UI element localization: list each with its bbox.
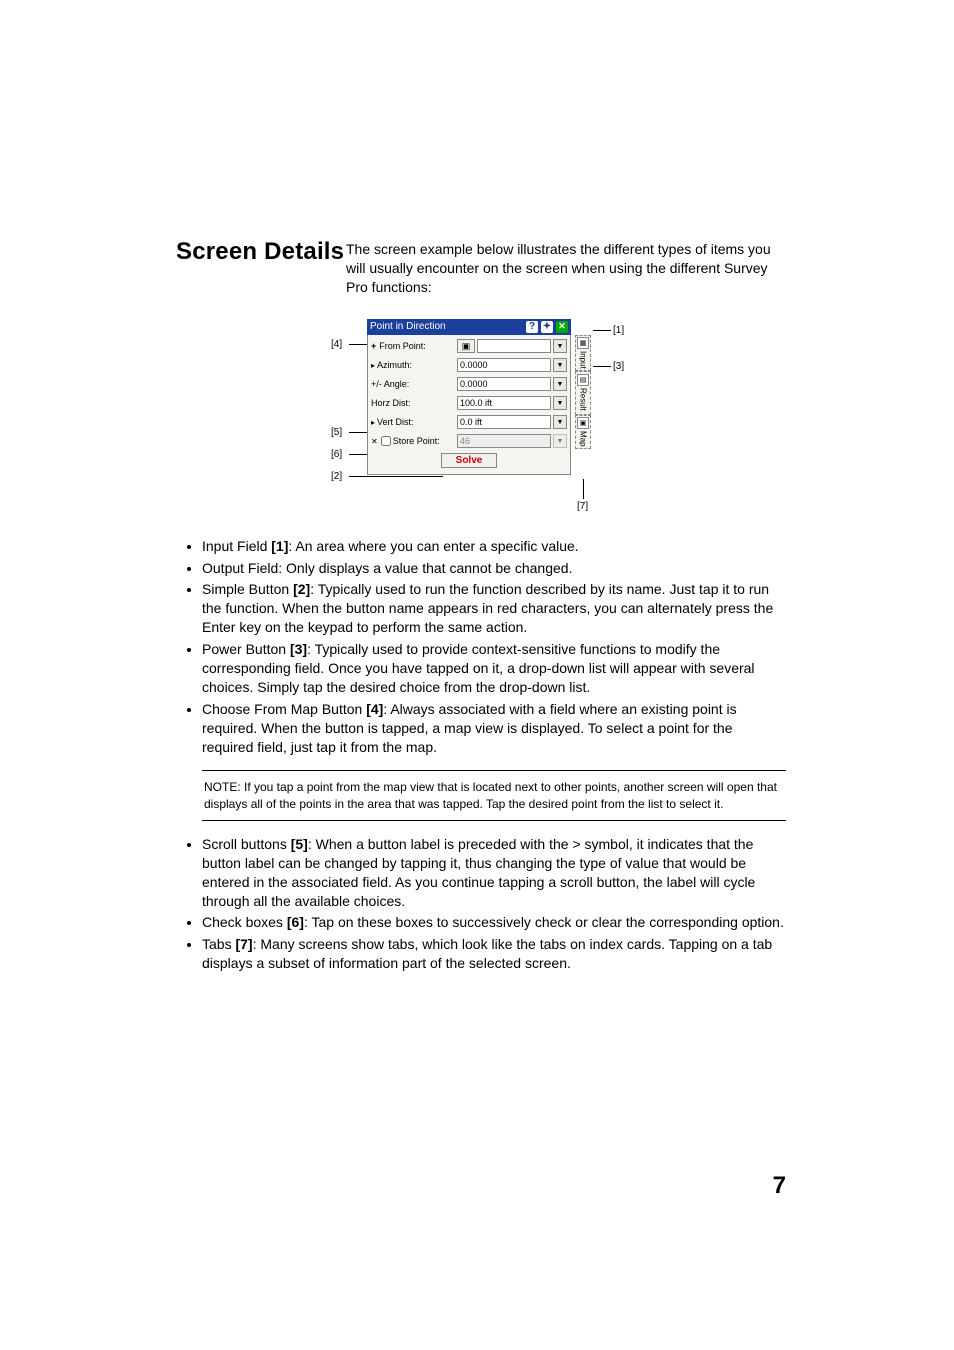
- azimuth-field[interactable]: 0.0000: [457, 358, 551, 372]
- callout-2-line: [349, 476, 443, 477]
- dropdown-vert[interactable]: ▼: [553, 415, 567, 429]
- page: Screen Details The screen example below …: [0, 0, 954, 1350]
- list-item: Check boxes [6]: Tap on these boxes to s…: [202, 913, 786, 932]
- note-block: NOTE: If you tap a point from the map vi…: [202, 770, 786, 820]
- intro-paragraph: The screen example below illustrates the…: [346, 240, 786, 297]
- tab-result-icon: ▤: [577, 374, 589, 386]
- tab-map[interactable]: ▣Map: [575, 415, 591, 449]
- callout-1-line: [593, 330, 611, 331]
- store-field: 46: [457, 434, 551, 448]
- store-point-checkbox[interactable]: [381, 436, 391, 446]
- list-item: Output Field: Only displays a value that…: [202, 559, 786, 578]
- tab-input-icon: ▦: [577, 337, 589, 349]
- label-vert[interactable]: Vert Dist:: [371, 417, 455, 427]
- bullet-list-2: Scroll buttons [5]: When a button label …: [176, 835, 786, 973]
- list-item: Choose From Map Button [4]: Always assoc…: [202, 700, 786, 757]
- callout-1: [1]: [613, 325, 624, 336]
- tab-result[interactable]: ▤Result: [575, 371, 591, 415]
- solve-row: Solve: [371, 453, 567, 468]
- device-screenshot: Point in Direction ? ✦ ✕ +From Point: ▣ …: [367, 319, 571, 475]
- from-point-field[interactable]: [477, 339, 551, 353]
- callout-4: [4]: [331, 339, 342, 350]
- callout-3: [3]: [613, 361, 624, 372]
- callout-3-line: [593, 366, 611, 367]
- label-horz: Horz Dist:: [371, 398, 455, 408]
- page-number: 7: [773, 1172, 786, 1200]
- list-item: Tabs [7]: Many screens show tabs, which …: [202, 935, 786, 973]
- callout-2: [2]: [331, 471, 342, 482]
- row-angle: +/- Angle: 0.0000 ▼: [371, 376, 567, 393]
- tab-input[interactable]: ▦Input: [575, 335, 591, 371]
- row-store: Store Point: 46 ▼: [371, 433, 567, 450]
- vert-field[interactable]: 0.0 ift: [457, 415, 551, 429]
- close-icon[interactable]: ✕: [556, 321, 568, 333]
- choose-from-map-button[interactable]: ▣: [457, 339, 475, 353]
- page-title: Screen Details: [176, 238, 328, 266]
- title-bar: Point in Direction ? ✦ ✕: [367, 319, 571, 335]
- dropdown-store: ▼: [553, 434, 567, 448]
- title-icons: ? ✦ ✕: [526, 321, 568, 333]
- list-item: Scroll buttons [5]: When a button label …: [202, 835, 786, 911]
- list-item: Power Button [3]: Typically used to prov…: [202, 640, 786, 697]
- heading-row: Screen Details The screen example below …: [176, 240, 786, 297]
- dropdown-azimuth[interactable]: ▼: [553, 358, 567, 372]
- form-body: +From Point: ▣ ▼ Azimuth: 0.0000 ▼ +/- A…: [367, 335, 571, 475]
- side-tabs: ▦Input ▤Result ▣Map: [575, 335, 591, 449]
- figure: [4] [5] [6] [2] [1] [3] [7] Point in Dir…: [331, 319, 631, 519]
- solve-button[interactable]: Solve: [441, 453, 498, 468]
- callout-7: [7]: [577, 501, 588, 512]
- label-store: Store Point:: [371, 436, 455, 446]
- help-icon[interactable]: ?: [526, 321, 538, 333]
- dropdown-angle[interactable]: ▼: [553, 377, 567, 391]
- angle-field[interactable]: 0.0000: [457, 377, 551, 391]
- label-from-point: +From Point:: [371, 341, 455, 351]
- plus-icon: +: [371, 341, 376, 351]
- callout-7-line: [583, 479, 584, 499]
- dropdown-horz[interactable]: ▼: [553, 396, 567, 410]
- label-angle: +/- Angle:: [371, 379, 455, 389]
- label-azimuth[interactable]: Azimuth:: [371, 360, 455, 370]
- list-item: Input Field [1]: An area where you can e…: [202, 537, 786, 556]
- row-vert: Vert Dist: 0.0 ift ▼: [371, 414, 567, 431]
- list-item: Simple Button [2]: Typically used to run…: [202, 580, 786, 637]
- bullet-list-1: Input Field [1]: An area where you can e…: [176, 537, 786, 757]
- row-from-point: +From Point: ▣ ▼: [371, 338, 567, 355]
- window-title: Point in Direction: [370, 321, 526, 332]
- star-icon[interactable]: ✦: [541, 321, 553, 333]
- tab-map-icon: ▣: [577, 417, 589, 429]
- dropdown-from-point[interactable]: ▼: [553, 339, 567, 353]
- callout-6: [6]: [331, 449, 342, 460]
- figure-container: [4] [5] [6] [2] [1] [3] [7] Point in Dir…: [176, 319, 786, 519]
- horz-field[interactable]: 100.0 ift: [457, 396, 551, 410]
- x-icon: [371, 436, 381, 446]
- row-azimuth: Azimuth: 0.0000 ▼: [371, 357, 567, 374]
- callout-5: [5]: [331, 427, 342, 438]
- row-horz: Horz Dist: 100.0 ift ▼: [371, 395, 567, 412]
